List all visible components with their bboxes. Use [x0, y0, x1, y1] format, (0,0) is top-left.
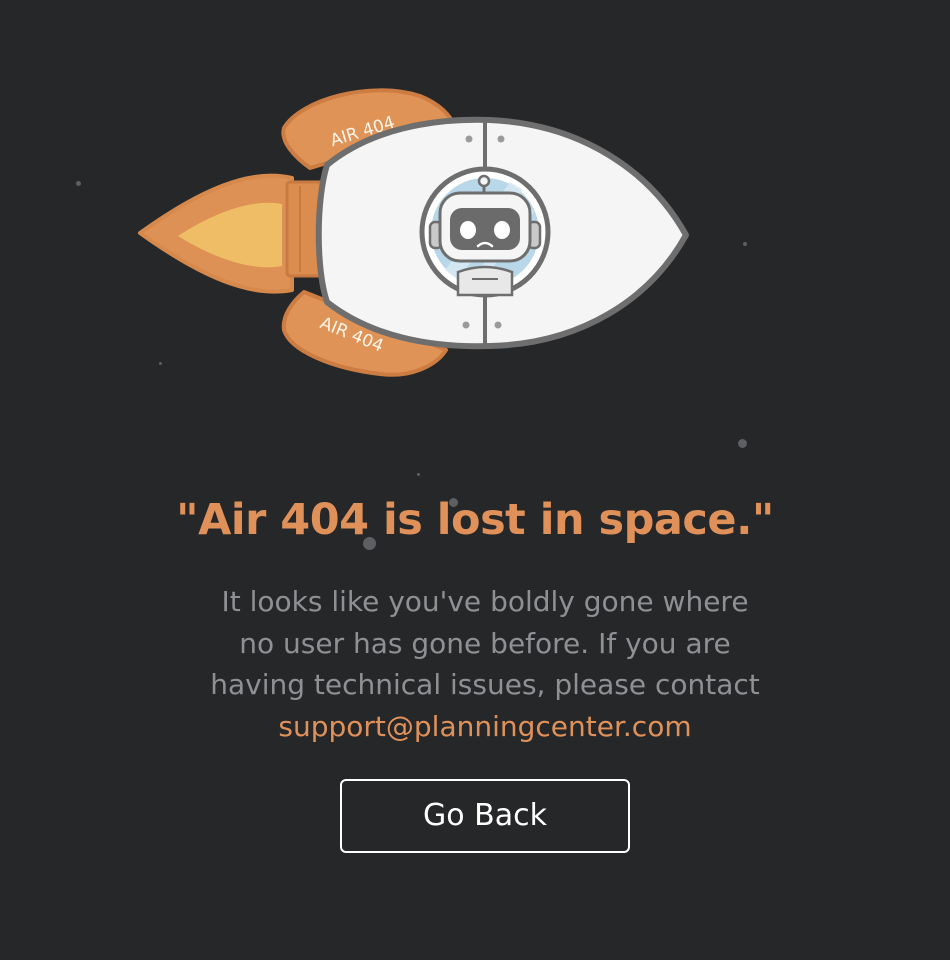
star-dot: [738, 439, 747, 448]
error-message: It looks like you've boldly gone where n…: [165, 581, 805, 747]
rocket-illustration: AIR 404 AIR 404: [138, 88, 689, 377]
message-line-2: no user has gone before. If you are: [239, 626, 731, 660]
page-title: "Air 404 is lost in space.": [176, 495, 774, 545]
message-line-3: having technical issues, please contact: [210, 668, 760, 701]
message-line-1: It looks like you've boldly gone where: [221, 585, 749, 618]
go-back-button[interactable]: Go Back: [340, 779, 630, 853]
support-email-link[interactable]: support@planningcenter.com: [165, 706, 805, 748]
rocket-flame: [138, 173, 294, 294]
star-dot: [417, 473, 420, 476]
